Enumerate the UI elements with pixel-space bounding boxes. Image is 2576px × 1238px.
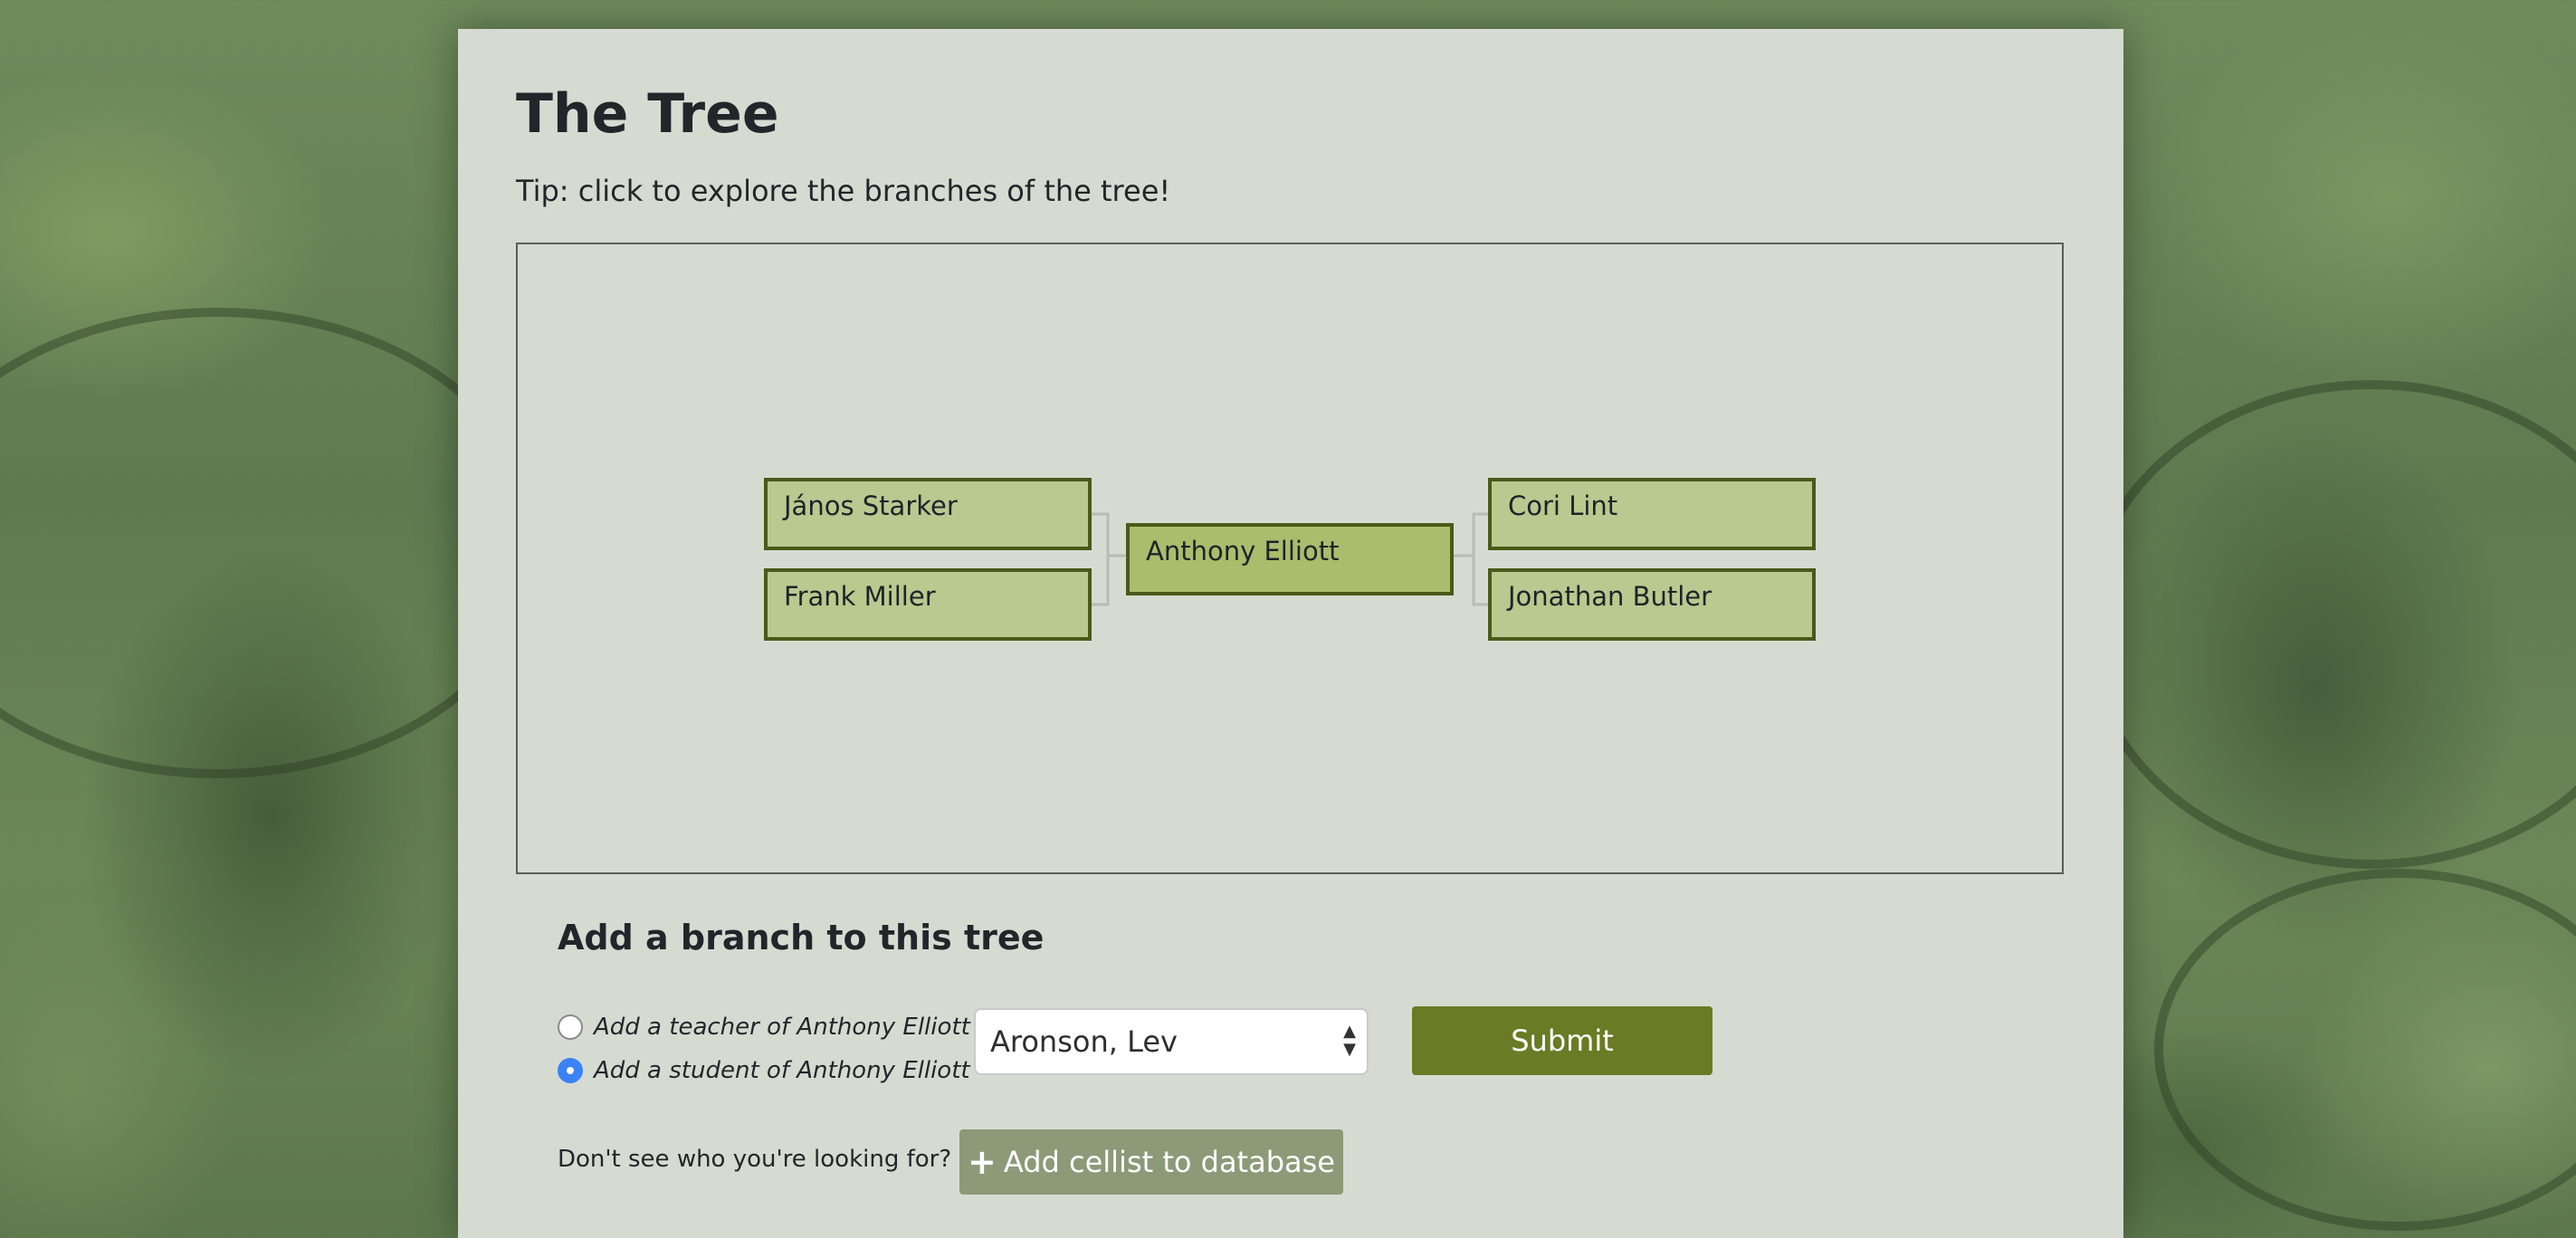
page-title: The Tree [516, 82, 779, 146]
connector-teacher-2 [1092, 556, 1110, 606]
teacher-option[interactable]: Add a teacher of Anthony Elliott [558, 1014, 970, 1041]
submit-button[interactable]: Submit [1412, 1006, 1713, 1075]
select-arrows-icon: ▲ ▼ [1343, 1022, 1356, 1059]
not-found-text: Don't see who you're looking for? [558, 1146, 952, 1173]
cellist-select-value: Aronson, Lev [990, 1024, 1178, 1059]
add-cellist-button[interactable]: + Add cellist to database [959, 1129, 1343, 1195]
teacher-option-label: Add a teacher of Anthony Elliott [594, 1014, 970, 1041]
plus-icon: + [968, 1142, 997, 1182]
main-panel: The Tree Tip: click to explore the branc… [458, 29, 2123, 1238]
connector-teacher-1 [1092, 512, 1128, 557]
tree-node-teacher[interactable]: János Starker [764, 478, 1092, 550]
background-foliage [2082, 380, 2576, 869]
add-branch-heading: Add a branch to this tree [558, 918, 1045, 957]
cellist-select[interactable]: Aronson, Lev ▲ ▼ [974, 1008, 1369, 1075]
tip-text: Tip: click to explore the branches of th… [516, 174, 1171, 208]
teacher-radio[interactable] [558, 1014, 583, 1040]
tree-viewer[interactable]: János Starker Frank Miller Anthony Ellio… [516, 243, 2064, 874]
student-radio[interactable] [558, 1058, 583, 1083]
tree-node-center[interactable]: Anthony Elliott [1126, 523, 1454, 595]
background-foliage [2154, 869, 2576, 1231]
add-branch-form: Add a branch to this tree Add a teacher … [558, 918, 1825, 1225]
student-option[interactable]: Add a student of Anthony Elliott [558, 1057, 970, 1084]
tree-node-student[interactable]: Cori Lint [1488, 478, 1816, 550]
student-option-label: Add a student of Anthony Elliott [594, 1057, 970, 1084]
tree-node-teacher[interactable]: Frank Miller [764, 568, 1092, 641]
connector-student-1 [1454, 512, 1490, 557]
add-cellist-label: Add cellist to database [1003, 1145, 1335, 1179]
tree-node-student[interactable]: Jonathan Butler [1488, 568, 1816, 641]
